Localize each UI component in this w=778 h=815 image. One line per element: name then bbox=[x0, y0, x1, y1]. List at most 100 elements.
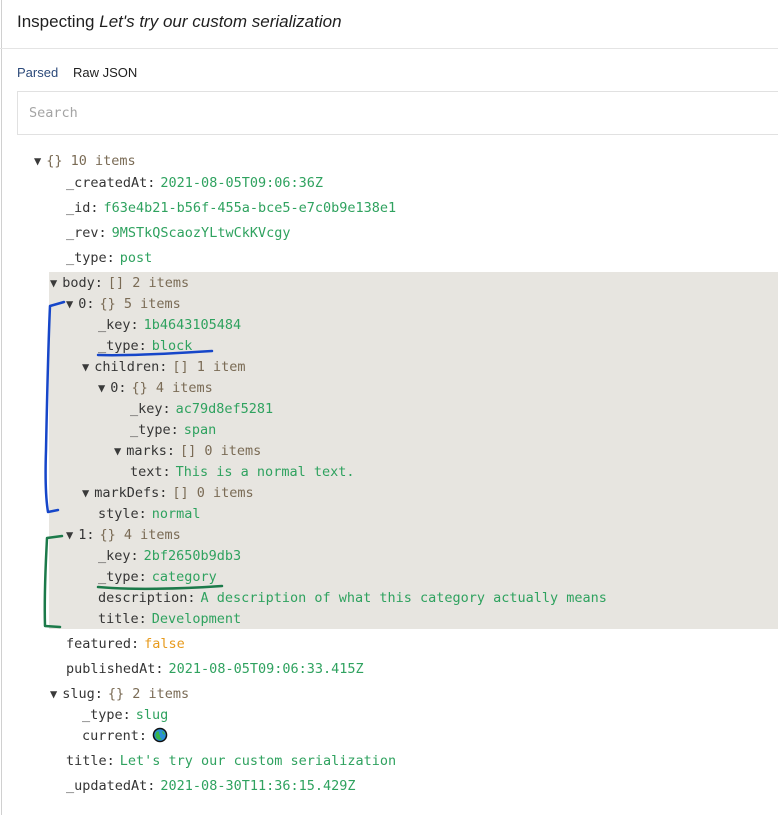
json-tree: ▼{} 10 items _createdAt: 2021-08-05T09:06:… bbox=[0, 0, 778, 815]
tree-value: This is a normal text. bbox=[175, 464, 355, 480]
tree-meta: {} 2 items bbox=[107, 686, 190, 702]
expand-toggle-icon[interactable]: ▼ bbox=[98, 381, 105, 395]
tree-colon: : bbox=[147, 175, 156, 191]
tree-row: _createdAt: 2021-08-05T09:06:36Z bbox=[66, 173, 323, 194]
tree-value: 1b4643105484 bbox=[143, 317, 242, 333]
tree-key: _type bbox=[66, 250, 107, 266]
tree-row[interactable]: ▼ marks:[] 0 items bbox=[114, 441, 261, 462]
tree-row: text: This is a normal text. bbox=[130, 462, 354, 483]
tree-row[interactable]: ▼ body:[] 2 items bbox=[50, 273, 189, 294]
tree-key: featured bbox=[66, 636, 132, 652]
tree-key: text bbox=[130, 464, 163, 480]
globe-icon bbox=[152, 727, 168, 743]
tree-key: _id bbox=[66, 200, 91, 216]
tree-colon: : bbox=[138, 338, 147, 354]
tree-row: _type: category bbox=[98, 567, 217, 588]
tree-row: _key: 2bf2650b9db3 bbox=[98, 546, 241, 567]
tree-row: title: Development bbox=[98, 609, 241, 630]
tree-row: featured: false bbox=[66, 634, 185, 655]
tree-colon: : bbox=[86, 527, 95, 543]
tree-value: A description of what this category actu… bbox=[200, 590, 607, 606]
tree-colon: : bbox=[138, 611, 147, 627]
tree-value: Let's try our custom serialization bbox=[119, 753, 397, 769]
tree-colon: : bbox=[162, 401, 171, 417]
tree-meta: [] 1 item bbox=[172, 359, 246, 375]
tree-value: slug bbox=[135, 707, 169, 723]
tree-row[interactable]: ▼ 0:{} 4 items bbox=[98, 378, 213, 399]
tree-key: _key bbox=[130, 401, 163, 417]
expand-toggle-icon[interactable]: ▼ bbox=[114, 444, 121, 458]
tree-colon: : bbox=[122, 707, 131, 723]
expand-toggle-icon[interactable]: ▼ bbox=[66, 297, 73, 311]
tree-colon: : bbox=[170, 422, 179, 438]
tree-key: _updatedAt bbox=[66, 778, 148, 794]
tree-value: ac79d8ef5281 bbox=[175, 401, 274, 417]
tree-row: style: normal bbox=[98, 504, 201, 525]
tree-row[interactable]: ▼ {} 10 items bbox=[34, 151, 136, 172]
tree-row: title: Let's try our custom serialization bbox=[66, 751, 396, 772]
tree-colon: : bbox=[138, 569, 147, 585]
tree-key: _type bbox=[98, 338, 139, 354]
tree-value: post bbox=[119, 250, 153, 266]
tree-colon: : bbox=[98, 225, 107, 241]
tree-meta: {} 4 items bbox=[131, 380, 213, 396]
tree-row: _updatedAt: 2021-08-30T11:36:15.429Z bbox=[66, 776, 356, 797]
tree-key: title bbox=[98, 611, 139, 627]
tree-value: block bbox=[151, 338, 193, 354]
tree-key: markDefs bbox=[94, 485, 160, 501]
tree-key: slug bbox=[62, 686, 95, 702]
tree-key: publishedAt bbox=[66, 661, 156, 677]
expand-toggle-icon[interactable]: ▼ bbox=[82, 486, 89, 500]
tree-colon: : bbox=[86, 296, 95, 312]
tree-colon: : bbox=[159, 359, 168, 375]
tree-row[interactable]: ▼ children:[] 1 item bbox=[82, 357, 246, 378]
tree-colon: : bbox=[94, 275, 103, 291]
tree-value: category bbox=[151, 569, 217, 585]
tree-meta: [] 0 items bbox=[180, 443, 262, 459]
tree-row[interactable]: ▼ markDefs:[] 0 items bbox=[82, 483, 254, 504]
tree-row: _key: ac79d8ef5281 bbox=[130, 399, 273, 420]
tree-key: style bbox=[98, 506, 139, 522]
tree-key: body bbox=[62, 275, 95, 291]
tree-colon: : bbox=[118, 380, 127, 396]
tree-key: _rev bbox=[66, 225, 99, 241]
tree-row: _type: slug bbox=[82, 705, 168, 726]
tree-meta: {} 10 items bbox=[46, 153, 136, 169]
tree-row[interactable]: ▼ 0:{} 5 items bbox=[66, 294, 181, 315]
tree-colon: : bbox=[138, 506, 147, 522]
tree-colon: : bbox=[187, 590, 196, 606]
tree-meta: [] 0 items bbox=[172, 485, 254, 501]
tree-value: normal bbox=[151, 506, 201, 522]
tree-row: _rev: 9MSTkQScaozYLtwCkKVcgy bbox=[66, 223, 290, 244]
tree-key: _type bbox=[130, 422, 171, 438]
tree-value: 2021-08-30T11:36:15.429Z bbox=[160, 778, 356, 794]
tree-row: _key: 1b4643105484 bbox=[98, 315, 241, 336]
tree-row: description: A description of what this c… bbox=[98, 588, 607, 609]
tree-key: title bbox=[66, 753, 107, 769]
tree-value: 2021-08-05T09:06:36Z bbox=[160, 175, 323, 191]
tree-meta: {} 5 items bbox=[99, 296, 181, 312]
tree-colon: : bbox=[94, 686, 103, 702]
tree-colon: : bbox=[159, 485, 168, 501]
expand-toggle-icon[interactable]: ▼ bbox=[66, 528, 73, 542]
expand-toggle-icon[interactable]: ▼ bbox=[82, 360, 89, 374]
tree-value: f63e4b21-b56f-455a-bce5-e7c0b9e138e1 bbox=[103, 200, 397, 216]
tree-colon: : bbox=[130, 317, 139, 333]
tree-colon: : bbox=[155, 661, 164, 677]
tree-colon: : bbox=[138, 728, 148, 744]
tree-colon: : bbox=[130, 548, 139, 564]
expand-toggle-icon[interactable]: ▼ bbox=[50, 687, 57, 701]
tree-value: false bbox=[144, 636, 185, 652]
expand-toggle-icon[interactable]: ▼ bbox=[34, 154, 41, 168]
tree-colon: : bbox=[106, 753, 115, 769]
tree-colon: : bbox=[131, 636, 140, 652]
tree-value: 2021-08-05T09:06:33.415Z bbox=[168, 661, 364, 677]
tree-meta: [] 2 items bbox=[107, 275, 190, 291]
tree-key: marks bbox=[126, 443, 167, 459]
tree-row[interactable]: ▼ 1:{} 4 items bbox=[66, 525, 181, 546]
tree-key: _createdAt bbox=[66, 175, 148, 191]
tree-row: _type: span bbox=[130, 420, 216, 441]
tree-row[interactable]: ▼ slug:{} 2 items bbox=[50, 684, 189, 705]
tree-row: _type: block bbox=[98, 336, 192, 357]
expand-toggle-icon[interactable]: ▼ bbox=[50, 276, 57, 290]
